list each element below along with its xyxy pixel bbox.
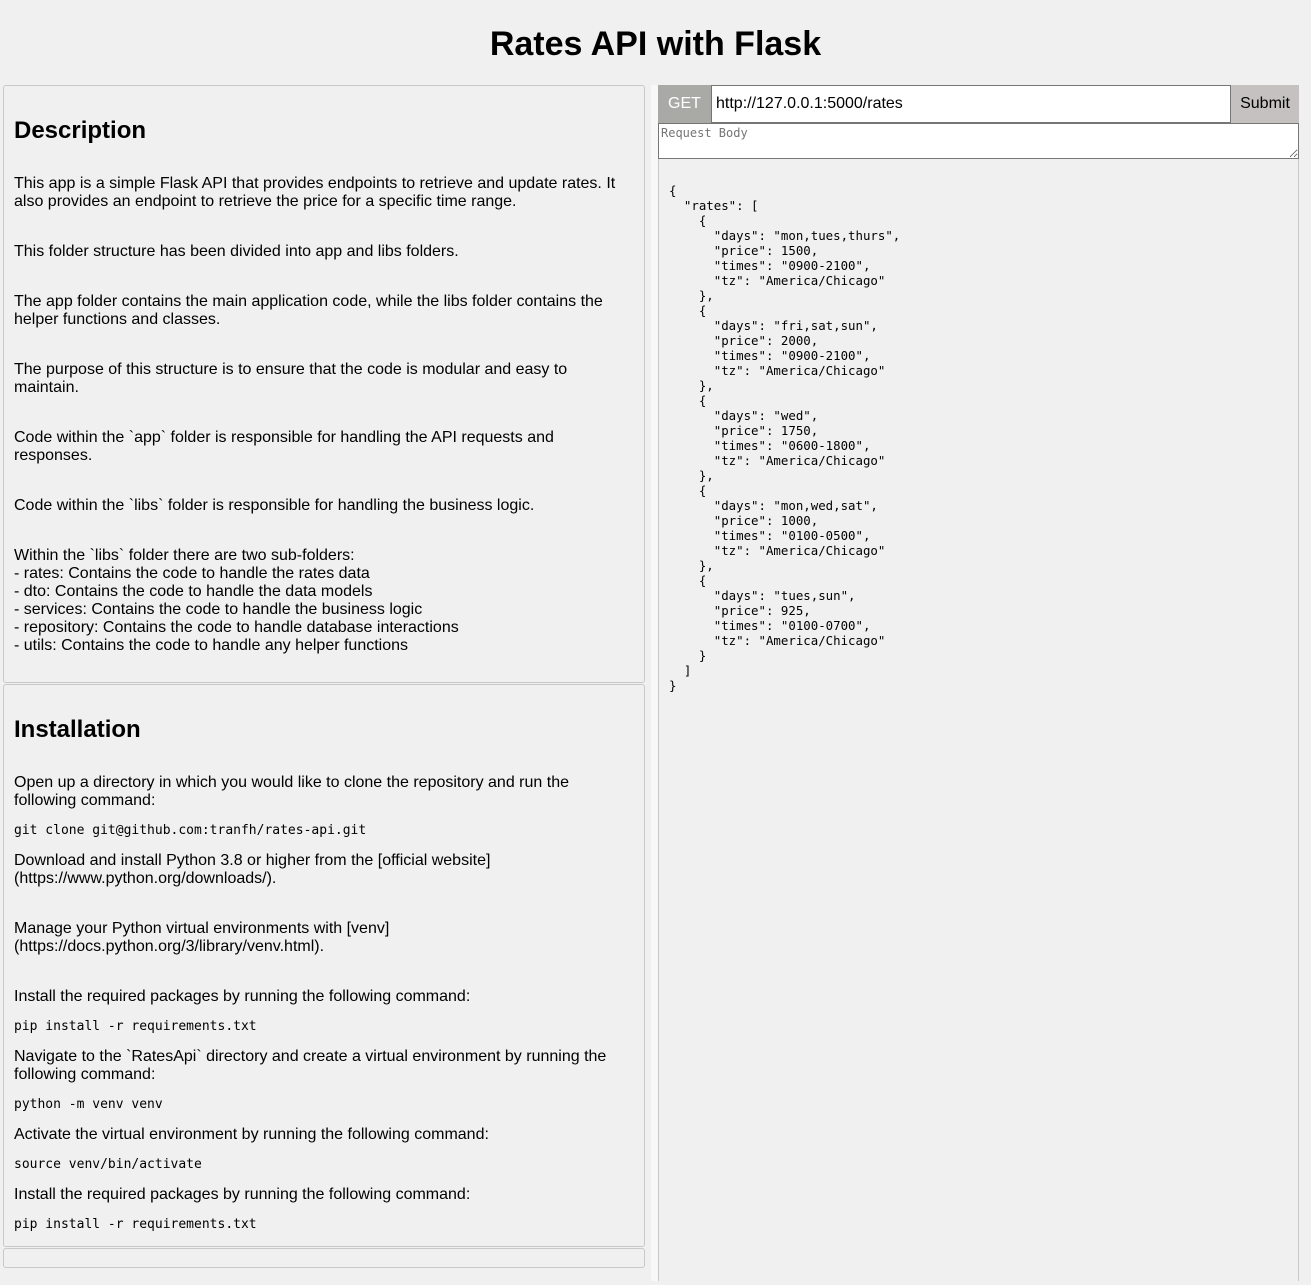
http-method-label[interactable]: GET xyxy=(658,85,711,123)
installation-section: Installation Open up a directory in whic… xyxy=(3,684,645,1247)
installation-paragraph: Download and install Python 3.8 or highe… xyxy=(14,852,491,887)
installation-paragraph: Install the required packages by running… xyxy=(14,988,471,1005)
request-body-input[interactable] xyxy=(658,123,1299,159)
column-divider xyxy=(651,85,658,1281)
code-block: pip install -r requirements.txt xyxy=(14,1217,257,1232)
page-title: Rates API with Flask xyxy=(489,25,822,63)
description-paragraph: This app is a simple Flask API that prov… xyxy=(14,175,620,210)
description-paragraph: Code within the `libs` folder is respons… xyxy=(14,497,535,514)
code-block: python -m venv venv xyxy=(14,1097,163,1112)
code-block: git clone git@github.com:tranfh/rates-ap… xyxy=(14,823,367,838)
request-bar: GET Submit xyxy=(658,85,1299,123)
installation-paragraph: Open up a directory in which you would l… xyxy=(14,774,574,809)
description-paragraph: The purpose of this structure is to ensu… xyxy=(14,361,572,396)
code-block: source venv/bin/activate xyxy=(14,1157,202,1172)
description-paragraph: The app folder contains the main applica… xyxy=(14,293,608,328)
code-block: pip install -r requirements.txt xyxy=(14,1019,257,1034)
description-paragraph: This folder structure has been divided i… xyxy=(14,243,459,260)
description-paragraph: Within the `libs` folder there are two s… xyxy=(14,547,459,654)
installation-paragraph: Navigate to the `RatesApi` directory and… xyxy=(14,1048,611,1083)
submit-button[interactable]: Submit xyxy=(1231,85,1299,123)
installation-paragraph: Manage your Python virtual environments … xyxy=(14,920,390,955)
description-paragraph: Code within the `app` folder is responsi… xyxy=(14,429,559,464)
api-client-panel: GET Submit { "rates": [ { "days": "mon,t… xyxy=(658,85,1300,1281)
description-heading: Description xyxy=(14,117,147,144)
response-body: { "rates": [ { "days": "mon,tues,thurs",… xyxy=(658,159,1299,1281)
installation-paragraph: Activate the virtual environment by runn… xyxy=(14,1126,489,1143)
documentation-panel: Description This app is a simple Flask A… xyxy=(3,85,645,1285)
description-section: Description This app is a simple Flask A… xyxy=(3,85,645,683)
url-input[interactable] xyxy=(711,85,1231,123)
installation-heading: Installation xyxy=(14,716,141,743)
installation-paragraph: Install the required packages by running… xyxy=(14,1186,471,1203)
next-section-edge xyxy=(3,1248,645,1268)
